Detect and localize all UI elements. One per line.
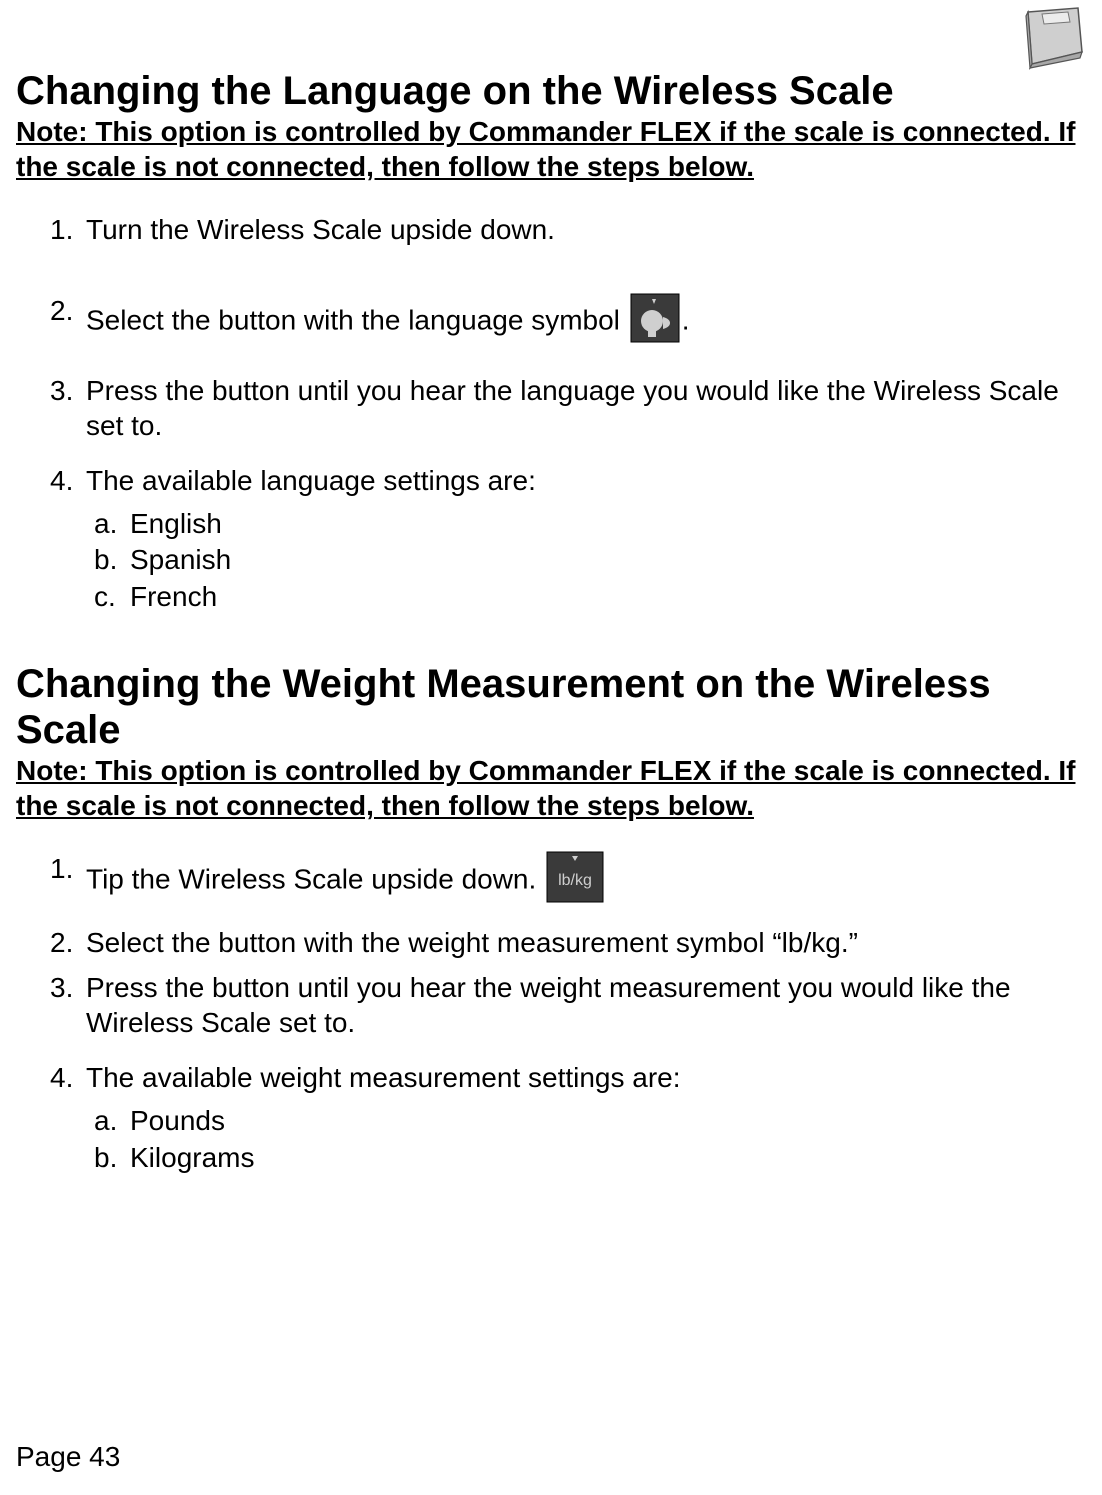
sub-text: French [130,581,217,612]
step-4: 4. The available weight measurement sett… [50,1060,1086,1176]
step-number: 4. [50,463,73,498]
sub-letter: b. [94,542,117,578]
sub-letter: a. [94,1103,117,1139]
step-2: 2. Select the button with the weight mea… [50,925,1086,960]
section-title-weight: Changing the Weight Measurement on the W… [16,661,1086,753]
sub-text: Spanish [130,544,231,575]
step-text: Select the button with the weight measur… [86,927,858,958]
step-number: 3. [50,373,73,408]
step-3: 3. Press the button until you hear the w… [50,970,1086,1040]
page-number: Page 43 [16,1441,120,1473]
note-weight: Note: This option is controlled by Comma… [16,753,1086,823]
sub-text: English [130,508,222,539]
step-4: 4. The available language settings are: … [50,463,1086,615]
step-text: Select the button with the language symb… [86,304,628,335]
sub-letter: b. [94,1140,117,1176]
step-1: 1. Turn the Wireless Scale upside down. [50,212,1086,247]
note-language: Note: This option is controlled by Comma… [16,114,1086,184]
sub-item: a. English [94,506,1086,542]
sublist-weights: a. Pounds b. Kilograms [94,1103,1086,1176]
step-text: Press the button until you hear the lang… [86,375,1059,441]
scale-device-icon [1008,6,1086,70]
steps-language: 1. Turn the Wireless Scale upside down. … [50,212,1086,615]
step-number: 1. [50,851,73,886]
step-text: The available language settings are: [86,465,536,496]
step-2: 2. Select the button with the language s… [50,293,1086,351]
lbkg-text: lb/kg [558,872,592,889]
step-text: Turn the Wireless Scale upside down. [86,214,555,245]
step-3: 3. Press the button until you hear the l… [50,373,1086,443]
sub-letter: a. [94,506,117,542]
step-number: 4. [50,1060,73,1095]
sub-text: Pounds [130,1105,225,1136]
step-number: 1. [50,212,73,247]
document-page: Changing the Language on the Wireless Sc… [0,0,1102,1495]
section-title-language: Changing the Language on the Wireless Sc… [16,68,1086,114]
lbkg-button-icon: lb/kg [546,851,604,911]
sub-text: Kilograms [130,1142,254,1173]
sub-item: c. French [94,579,1086,615]
sub-item: b. Kilograms [94,1140,1086,1176]
sub-letter: c. [94,579,116,615]
language-button-icon [630,293,680,351]
step-text-post: . [682,304,690,335]
sub-item: a. Pounds [94,1103,1086,1139]
step-text: The available weight measurement setting… [86,1062,681,1093]
step-number: 2. [50,293,73,328]
step-text: Press the button until you hear the weig… [86,972,1011,1038]
step-1: 1. Tip the Wireless Scale upside down. l… [50,851,1086,911]
sub-item: b. Spanish [94,542,1086,578]
steps-weight: 1. Tip the Wireless Scale upside down. l… [50,851,1086,1176]
step-text: Tip the Wireless Scale upside down. [86,864,544,895]
step-number: 2. [50,925,73,960]
sublist-languages: a. English b. Spanish c. French [94,506,1086,615]
step-number: 3. [50,970,73,1005]
